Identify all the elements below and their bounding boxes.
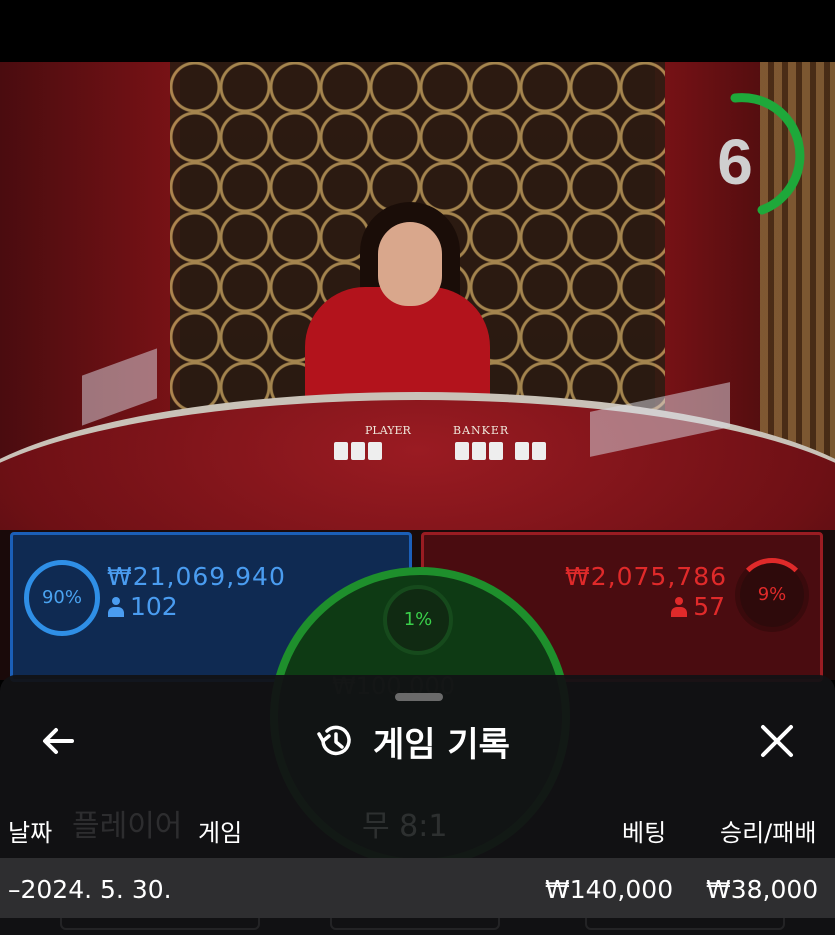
ghost-tie-label: 무 8:1	[362, 809, 448, 844]
playing-card	[368, 442, 382, 460]
close-button[interactable]	[755, 719, 799, 763]
arrow-left-icon	[43, 728, 74, 754]
playing-card	[532, 442, 546, 460]
top-bar	[0, 0, 835, 62]
playing-card	[489, 442, 503, 460]
banker-bettor-count: 57	[671, 592, 725, 621]
row-bet: ₩140,000	[545, 875, 674, 904]
back-button[interactable]	[36, 719, 80, 763]
playing-card	[351, 442, 365, 460]
timer-value: 6	[717, 126, 753, 198]
player-bet-amount: ₩21,069,940	[107, 562, 286, 591]
row-result: ₩38,000	[706, 875, 819, 904]
player-percent: 90%	[41, 587, 82, 608]
drag-handle[interactable]	[395, 693, 443, 701]
player-bettor-count: 102	[108, 592, 178, 621]
column-header-bet: 베팅	[622, 819, 667, 847]
table-label-player: PLAYER	[365, 424, 411, 437]
playing-card	[472, 442, 486, 460]
game-history-sheet: 게임 기록 플레이어 무 8:1 날짜 게임 베팅 승리/패배 –2024. 5…	[0, 675, 835, 935]
playing-card	[515, 442, 529, 460]
column-header-game: 게임	[198, 819, 243, 847]
column-header-result: 승리/패배	[720, 819, 817, 847]
person-icon	[671, 597, 688, 617]
person-icon	[108, 597, 124, 617]
playing-card	[455, 442, 469, 460]
countdown-timer: 6	[700, 92, 810, 222]
ghost-player-label: 플레이어	[72, 809, 183, 844]
sheet-header: 게임 기록	[315, 719, 510, 765]
banker-bet-amount: ₩2,075,786	[565, 562, 727, 591]
column-header-date: 날짜	[8, 819, 53, 847]
sheet-title: 게임 기록	[373, 724, 510, 765]
playing-card	[334, 442, 348, 460]
table-label-banker: BANKER	[453, 424, 510, 437]
history-icon	[317, 725, 351, 756]
row-date: –2024. 5. 30.	[8, 875, 172, 904]
banker-percent: 9%	[757, 584, 787, 605]
close-icon	[761, 725, 793, 757]
tie-percent: 1%	[403, 609, 433, 630]
